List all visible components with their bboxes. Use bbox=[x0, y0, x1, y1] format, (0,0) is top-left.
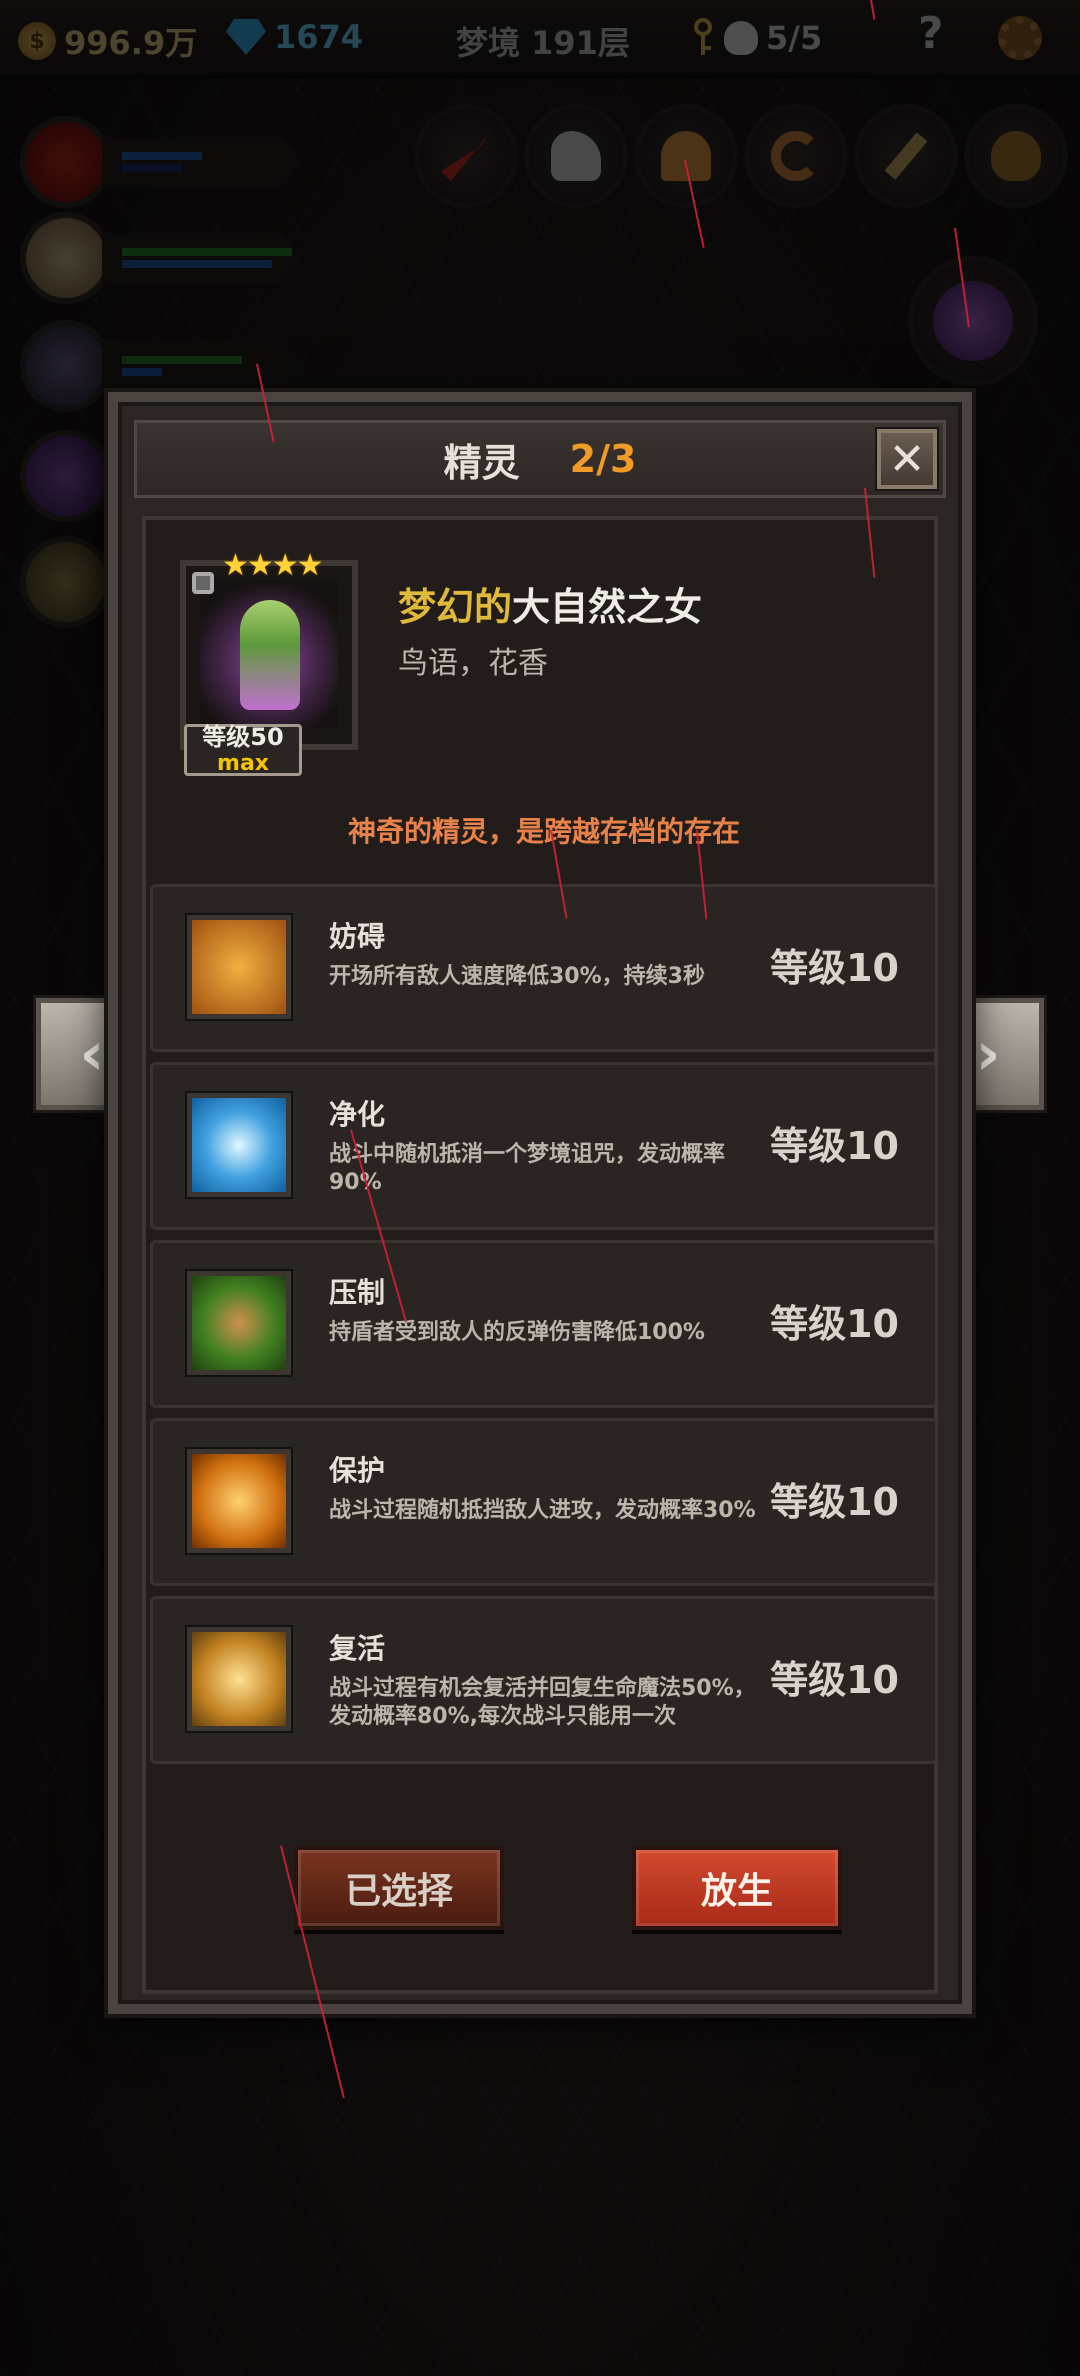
skill-name: 压制 bbox=[329, 1276, 386, 1309]
dialog-title: 精灵 bbox=[443, 440, 520, 485]
spirit-traits: 鸟语，花香 bbox=[398, 646, 548, 681]
skill-level: 等级10 bbox=[770, 1480, 899, 1524]
skill-level: 等级10 bbox=[770, 1302, 899, 1346]
skill-description: 开场所有敌人速度降低30%，持续3秒 bbox=[329, 964, 705, 989]
beast-claw-icon bbox=[187, 1271, 291, 1375]
spirit-name: 梦幻的大自然之女 bbox=[398, 576, 702, 631]
skill-name: 妨碍 bbox=[329, 920, 386, 953]
lock-icon[interactable] bbox=[192, 572, 214, 594]
spirit-page-count: 2/3 bbox=[569, 437, 637, 481]
skill-row[interactable]: 保护 战斗过程随机抵挡敌人进攻，发动概率30% 等级10 bbox=[150, 1418, 938, 1586]
fairy-guard-icon bbox=[187, 1449, 291, 1553]
close-icon: ✕ bbox=[888, 433, 926, 485]
spirit-portrait[interactable]: ★★★★ bbox=[180, 548, 358, 750]
chevron-right-icon: › bbox=[975, 1019, 1001, 1089]
spirit-level-badge: 等级50 max bbox=[184, 724, 302, 776]
nature-maiden-figure bbox=[240, 600, 300, 710]
skill-name: 净化 bbox=[329, 1098, 386, 1131]
dialog-content: ★★★★ 等级50 max 梦幻的大自然之女 鸟语，花香 神奇的精灵，是跨越存档… bbox=[142, 516, 938, 1994]
skill-row[interactable]: 复活 战斗过程有机会复活并回复生命魔法50%，发动概率80%,每次战斗只能用一次… bbox=[150, 1596, 938, 1764]
spirit-name-prefix: 梦幻的 bbox=[398, 585, 513, 629]
spirit-description: 神奇的精灵，是跨越存档的存在 bbox=[347, 815, 740, 848]
star-rating: ★★★★ bbox=[222, 548, 324, 583]
chevron-left-icon: ‹ bbox=[79, 1019, 105, 1089]
skill-description: 战斗过程有机会复活并回复生命魔法50%，发动概率80%,每次战斗只能用一次 bbox=[329, 1676, 756, 1729]
skill-name: 保护 bbox=[329, 1454, 386, 1487]
skill-row[interactable]: 妨碍 开场所有敌人速度降低30%，持续3秒 等级10 bbox=[150, 884, 938, 1052]
skill-level: 等级10 bbox=[770, 1658, 899, 1702]
skill-description: 战斗过程随机抵挡敌人进攻，发动概率30% bbox=[329, 1498, 756, 1523]
spirit-name-main: 大自然之女 bbox=[512, 585, 703, 629]
skill-row[interactable]: 净化 战斗中随机抵消一个梦境诅咒，发动概率90% 等级10 bbox=[150, 1062, 938, 1230]
selected-button[interactable]: 已选择 bbox=[294, 1846, 504, 1930]
skill-row[interactable]: 压制 持盾者受到敌人的反弹伤害降低100% 等级10 bbox=[150, 1240, 938, 1408]
dialog-header: 精灵 2/3 ✕ bbox=[134, 420, 946, 498]
shackled-boot-icon bbox=[187, 915, 291, 1019]
skill-level: 等级10 bbox=[770, 946, 899, 990]
blue-flower-icon bbox=[187, 1093, 291, 1197]
close-button[interactable]: ✕ bbox=[877, 429, 937, 489]
dancing-fairy-icon bbox=[187, 1627, 291, 1731]
spirit-level: 等级50 bbox=[202, 723, 284, 751]
skill-description: 持盾者受到敌人的反弹伤害降低100% bbox=[329, 1320, 705, 1345]
skill-description: 战斗中随机抵消一个梦境诅咒，发动概率90% bbox=[329, 1142, 726, 1195]
skill-level: 等级10 bbox=[770, 1124, 899, 1168]
spirit-max-label: max bbox=[217, 751, 269, 776]
spirit-dialog: 精灵 2/3 ✕ ★★★★ 等级50 max 梦幻的大自然之女 鸟语，花香 神奇… bbox=[108, 392, 972, 2014]
skill-name: 复活 bbox=[329, 1632, 386, 1665]
release-button[interactable]: 放生 bbox=[632, 1846, 842, 1930]
spirit-art bbox=[200, 580, 338, 728]
